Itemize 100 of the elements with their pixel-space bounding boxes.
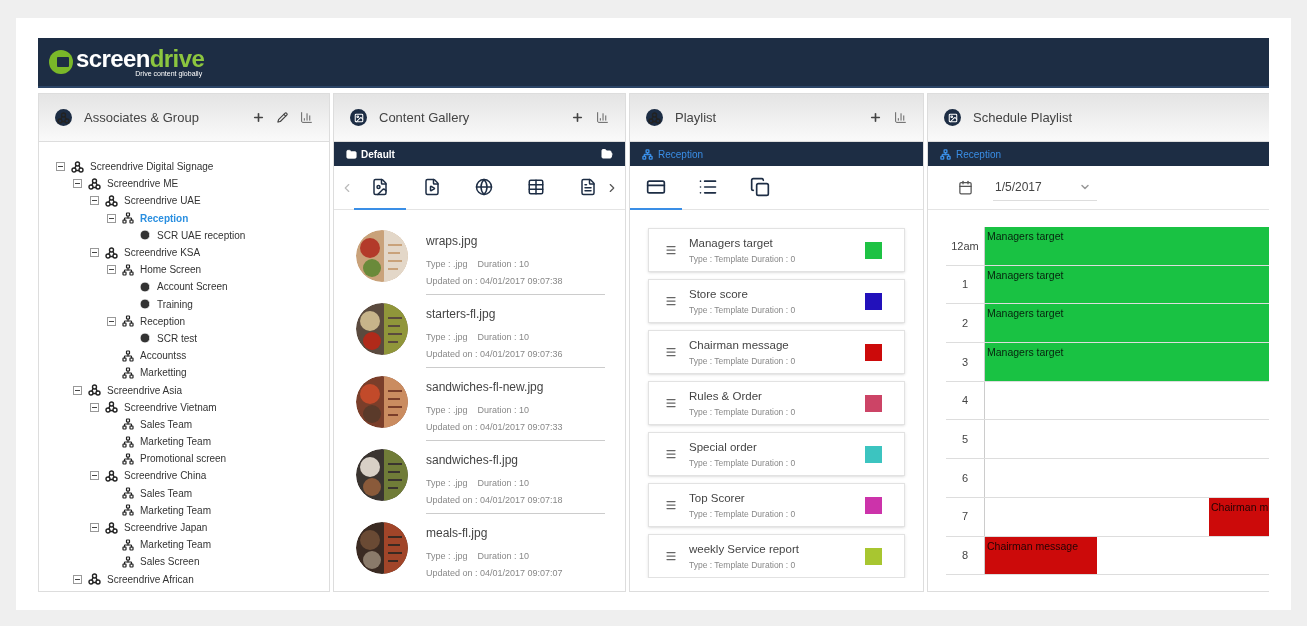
file-name[interactable]: sandwiches-fl.jpg	[426, 451, 605, 469]
tree-item[interactable]: Home Screen	[140, 262, 202, 278]
tree-item[interactable]: Screendrive KSA	[124, 245, 201, 261]
playlist-card[interactable]: Top Scorer Type : Template Duration : 0	[648, 483, 905, 527]
people-group-icon	[105, 401, 118, 414]
drag-handle-icon[interactable]	[665, 550, 677, 562]
drag-handle-icon[interactable]	[665, 499, 677, 511]
tree-item[interactable]: SCR UAE reception	[157, 227, 246, 243]
file-name[interactable]: sandwiches-fl-new.jpg	[426, 378, 605, 396]
playlist-item-detail: Type : Template Duration : 0	[689, 456, 796, 470]
playlist-card[interactable]: weekly Service report Type : Template Duration : 0	[648, 534, 905, 578]
tree-item[interactable]: Account Screen	[157, 279, 228, 295]
card-view-icon	[646, 177, 666, 197]
file-name[interactable]: wraps.jpg	[426, 232, 605, 250]
image-icon	[350, 109, 367, 126]
logo-text: screendrive	[76, 47, 205, 70]
add-icon[interactable]	[571, 111, 584, 124]
add-icon[interactable]	[869, 111, 882, 124]
playlist-item-title: Chairman message	[689, 337, 790, 353]
people-group-icon	[88, 384, 101, 397]
drag-handle-icon[interactable]	[665, 295, 677, 307]
schedule-event[interactable]: Managers target	[985, 343, 1269, 381]
tree-item[interactable]: Screendrive UAE	[124, 193, 201, 209]
tree-item[interactable]: Marketting	[140, 365, 187, 381]
org-chart-icon	[122, 315, 134, 328]
add-icon[interactable]	[252, 111, 265, 124]
file-duration: Duration : 10	[477, 331, 530, 344]
drag-handle-icon[interactable]	[665, 397, 677, 409]
collapse-icon[interactable]	[107, 213, 116, 223]
tree-item[interactable]: Screendrive ME	[107, 176, 179, 192]
playlist-card[interactable]: Special order Type : Template Duration : 0	[648, 432, 905, 476]
folder-name: Default	[361, 147, 395, 162]
collapse-icon[interactable]	[107, 265, 116, 275]
collapse-icon[interactable]	[73, 385, 82, 395]
playlist-item-detail: Type : Template Duration : 0	[689, 303, 796, 317]
tree-item[interactable]: Marketing Team	[140, 502, 211, 518]
tree-item[interactable]: Reception	[140, 313, 186, 329]
list-view-icon	[698, 177, 718, 197]
playlist-item-detail: Type : Template Duration : 0	[689, 354, 796, 368]
playlist-card[interactable]: Managers target Type : Template Duration : 0	[648, 228, 905, 272]
panel-title: Associates & Group	[84, 108, 199, 127]
tree-item[interactable]: Marketing Team	[140, 434, 211, 450]
tree-item[interactable]: SCR test	[157, 330, 197, 346]
collapse-icon[interactable]	[90, 523, 99, 533]
file-updated: Updated on : 04/01/2017 09:07:07	[426, 566, 564, 580]
chart-icon[interactable]	[300, 111, 313, 124]
playlist-item-detail: Type : Template Duration : 0	[689, 558, 797, 572]
playlist-card[interactable]: Chairman message Type : Template Duration : 0	[648, 330, 905, 374]
date-field[interactable]: 1/5/2017	[993, 174, 1097, 201]
org-chart-icon	[122, 366, 134, 379]
tree-item[interactable]: Promotional screen	[140, 451, 227, 467]
tree-item[interactable]: Marketing Team	[140, 537, 211, 553]
tree-item[interactable]: Sales Team	[140, 485, 193, 501]
org-chart-icon	[122, 538, 134, 551]
tree-item[interactable]: Screendrive Asia	[107, 382, 183, 398]
collapse-icon[interactable]	[90, 471, 99, 481]
org-chart-icon	[122, 212, 134, 225]
tree-item[interactable]: Training	[157, 296, 193, 312]
document-icon	[579, 177, 597, 196]
chart-icon[interactable]	[894, 111, 907, 124]
collapse-icon[interactable]	[73, 179, 82, 189]
tree-item[interactable]: Screendrive Digital Signage	[90, 159, 214, 175]
collapse-icon[interactable]	[56, 162, 65, 172]
chart-icon[interactable]	[596, 111, 609, 124]
collapse-icon[interactable]	[90, 196, 99, 206]
file-type: Type : .jpg	[426, 550, 468, 563]
playlist-item-title: weekly Service report	[689, 541, 799, 557]
tree-item[interactable]: Sales Screen	[140, 554, 200, 570]
file-name[interactable]: meals-fl.jpg	[426, 524, 605, 542]
playlist-item-title: Special order	[689, 439, 758, 455]
tree-item[interactable]: Screendrive Japan	[124, 520, 208, 536]
file-name[interactable]: starters-fl.jpg	[426, 305, 605, 323]
org-chart-icon	[122, 263, 134, 276]
collapse-icon[interactable]	[90, 248, 99, 258]
schedule-event[interactable]: Managers target	[985, 304, 1269, 343]
drag-handle-icon[interactable]	[665, 244, 677, 256]
tree-item[interactable]: Screendrive African	[107, 571, 194, 587]
file-updated: Updated on : 04/01/2017 09:07:18	[426, 493, 564, 507]
playlist-card[interactable]: Rules & Order Type : Template Duration : 0	[648, 381, 905, 425]
tree-item[interactable]: Sales Team	[140, 416, 193, 432]
folder-icon	[346, 148, 357, 160]
people-group-icon	[105, 246, 118, 259]
logo-icon	[48, 49, 74, 75]
panel-title: Content Gallery	[379, 108, 470, 127]
tree-item[interactable]: Accountss	[140, 348, 187, 364]
tree-item[interactable]: Screendrive China	[124, 468, 207, 484]
schedule-event[interactable]: Managers target	[985, 227, 1269, 265]
schedule-event[interactable]: Managers target	[985, 265, 1269, 304]
collapse-icon[interactable]	[73, 574, 82, 584]
open-folder-icon[interactable]	[601, 148, 613, 160]
drag-handle-icon[interactable]	[665, 346, 677, 358]
tree-item[interactable]: Screendrive Vietnam	[124, 399, 217, 415]
calendar-icon[interactable]	[958, 180, 973, 195]
org-chart-icon	[122, 349, 134, 362]
drag-handle-icon[interactable]	[665, 448, 677, 460]
playlist-card[interactable]: Store score Type : Template Duration : 0	[648, 279, 905, 323]
file-duration: Duration : 10	[477, 550, 530, 563]
edit-icon[interactable]	[277, 112, 288, 123]
collapse-icon[interactable]	[107, 316, 116, 326]
collapse-icon[interactable]	[90, 402, 99, 412]
